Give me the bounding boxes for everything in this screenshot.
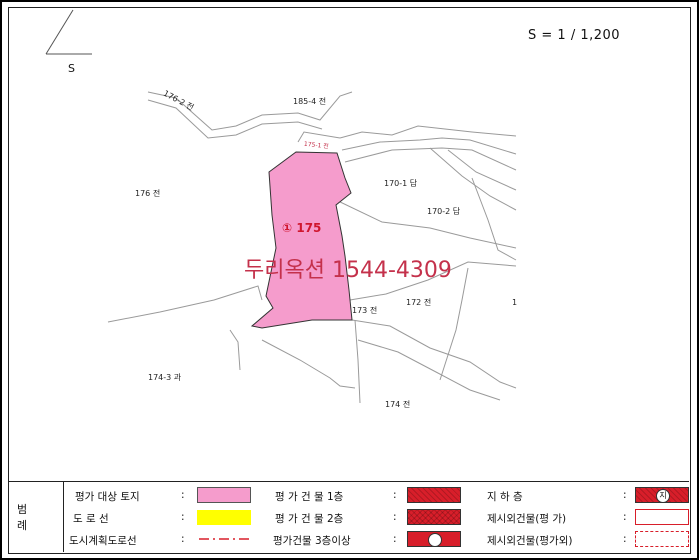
legend-city-road-label: 도시계획도로선	[69, 535, 137, 547]
parcel-label-174-3: 174-3 과	[148, 373, 182, 382]
north-arrow-icon	[45, 9, 92, 55]
legend-colon: :	[393, 489, 397, 501]
legend-colon: :	[393, 533, 397, 545]
parcel-label-172: 172 전	[406, 298, 432, 307]
legend-red-swatch-2f	[407, 509, 461, 525]
parcel-label-173: 173 전	[352, 306, 378, 315]
circle-icon	[428, 533, 442, 547]
legend-outline-swatch	[635, 509, 689, 525]
legend-pink-swatch	[197, 487, 251, 503]
legend-colon: :	[393, 511, 397, 523]
legend-bldg-1f-label: 평 가 건 물 1층	[275, 491, 344, 503]
subject-parcel-175[interactable]	[250, 151, 353, 329]
parcel-label-174: 174 전	[385, 400, 411, 409]
legend-bldg-2f-label: 평 가 건 물 2층	[275, 513, 344, 525]
watermark-text: 두리옥션 1544-4309	[244, 258, 452, 283]
legend: 범 례 평가 대상 토지 : 도 로 선 : 도시계획도로선 : 평 가 건 물…	[9, 481, 689, 552]
legend-colon: :	[623, 511, 627, 523]
parcel-label-170-2: 170-2 답	[427, 207, 461, 216]
legend-colon: :	[623, 489, 627, 501]
legend-city-road-line-icon	[199, 538, 249, 540]
basement-mark-icon: 지	[656, 489, 670, 503]
legend-dashed-swatch	[635, 531, 689, 547]
subject-parcel-label: ① 175	[282, 221, 322, 235]
scale-text: S = 1 / 1,200	[528, 28, 621, 43]
legend-colon: :	[181, 533, 185, 545]
legend-basement-label: 지 하 층	[487, 491, 523, 503]
legend-other-bldg-ex-label: 제시외건물(평가외)	[487, 535, 573, 547]
legend-red-swatch-basement: 지	[635, 487, 689, 503]
parcel-label-185-4: 185-4 전	[293, 97, 327, 106]
legend-colon: :	[181, 489, 185, 501]
legend-yellow-swatch	[197, 510, 251, 525]
parcel-label-170-1: 170-1 답	[384, 179, 418, 188]
legend-red-swatch-1f	[407, 487, 461, 503]
legend-road-label: 도 로 선	[73, 513, 109, 525]
legend-other-bldg-label: 제시외건물(평 가)	[487, 513, 567, 525]
legend-bldg-3f-label: 평가건물 3층이상	[273, 535, 351, 547]
north-label: S	[68, 62, 75, 75]
legend-red-swatch-3f	[407, 531, 461, 547]
parcel-label-176: 176 전	[135, 189, 161, 198]
parcel-label-1: 1	[512, 298, 518, 307]
legend-title: 범 례	[9, 482, 64, 552]
legend-colon: :	[181, 511, 185, 523]
legend-target-land-label: 평가 대상 토지	[75, 491, 140, 503]
legend-colon: :	[623, 533, 627, 545]
